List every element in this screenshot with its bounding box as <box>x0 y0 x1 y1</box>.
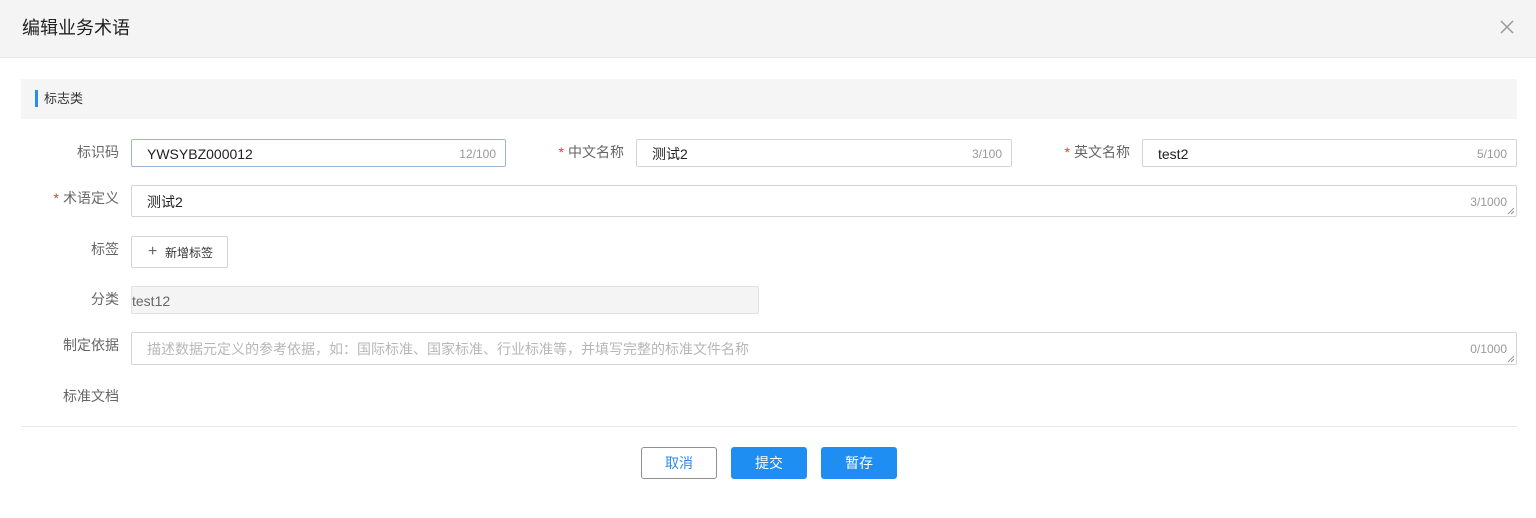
footer-divider <box>21 426 1517 427</box>
section-header: 标志类 <box>21 79 1517 119</box>
cancel-button[interactable]: 取消 <box>641 447 717 479</box>
section-title: 标志类 <box>44 91 84 106</box>
definition-textarea[interactable]: 测试2 3/1000 <box>131 185 1517 217</box>
add-tag-button[interactable]: + 新增标签 <box>131 236 228 268</box>
category-label: 分类 <box>91 291 119 307</box>
save-draft-button[interactable]: 暂存 <box>821 447 897 479</box>
char-counter: 3/100 <box>971 147 1002 161</box>
definition-label: * 术语定义 <box>53 190 119 206</box>
code-input[interactable]: YWSYBZ000012 12/100 <box>131 139 506 167</box>
en-name-label: * 英文名称 <box>1064 144 1130 160</box>
char-counter: 5/100 <box>1476 147 1507 161</box>
section-accent-bar <box>35 90 38 107</box>
category-input: test12 <box>131 286 759 314</box>
char-counter: 0/1000 <box>1470 342 1507 356</box>
cn-name-label: * 中文名称 <box>558 144 624 160</box>
documents-label: 标准文档 <box>63 388 119 404</box>
plus-icon: + <box>148 243 158 260</box>
dialog-title: 编辑业务术语 <box>22 18 130 38</box>
char-counter: 12/100 <box>459 147 496 161</box>
tags-label: 标签 <box>91 241 119 257</box>
code-label: 标识码 <box>77 144 119 160</box>
char-counter: 3/1000 <box>1470 195 1507 209</box>
en-name-input[interactable]: test2 5/100 <box>1142 139 1517 167</box>
submit-button[interactable]: 提交 <box>731 447 807 479</box>
basis-label: 制定依据 <box>63 337 119 353</box>
basis-placeholder: 描述数据元定义的参考依据，如：国际标准、国家标准、行业标准等，并填写完整的标准文… <box>147 341 749 357</box>
resize-handle-icon[interactable] <box>1507 207 1515 215</box>
basis-textarea[interactable]: 描述数据元定义的参考依据，如：国际标准、国家标准、行业标准等，并填写完整的标准文… <box>131 332 1517 365</box>
close-icon[interactable] <box>1496 16 1518 38</box>
resize-handle-icon[interactable] <box>1507 355 1515 363</box>
dialog-header: 编辑业务术语 <box>0 0 1536 58</box>
cn-name-input[interactable]: 测试2 3/100 <box>636 139 1012 167</box>
